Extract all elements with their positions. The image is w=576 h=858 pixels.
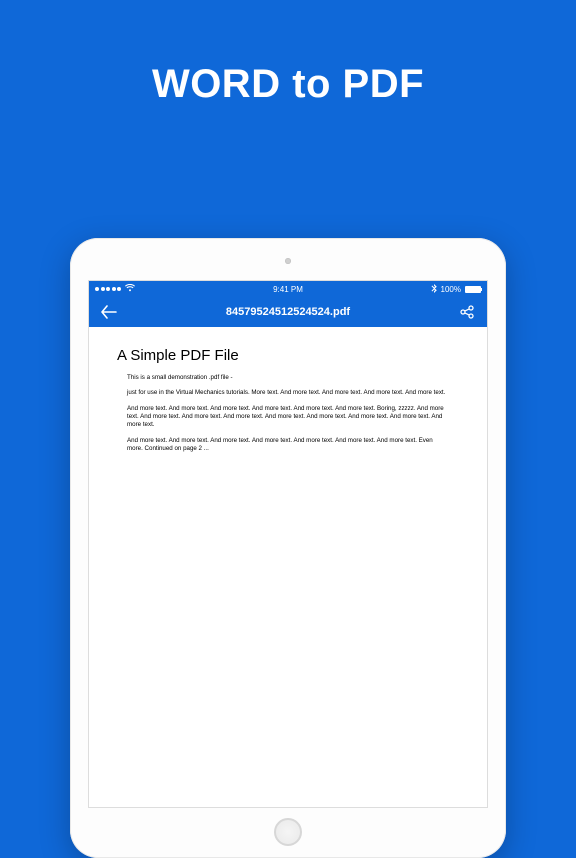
nav-title: 84579524512524524.pdf [226, 306, 350, 318]
back-button[interactable] [99, 302, 119, 322]
share-button[interactable] [457, 302, 477, 322]
document-paragraph: just for use in the Virtual Mechanics tu… [117, 389, 459, 397]
document-paragraph: And more text. And more text. And more t… [117, 405, 459, 430]
document-paragraph: And more text. And more text. And more t… [117, 437, 459, 454]
battery-icon [465, 286, 481, 293]
bluetooth-icon [431, 284, 437, 295]
document-title: A Simple PDF File [117, 347, 459, 364]
document-paragraph: This is a small demonstration .pdf file … [117, 374, 459, 382]
tablet-screen: 9:41 PM 100% 84579524512524524.pdf [88, 280, 488, 808]
status-left [95, 284, 135, 294]
battery-percent: 100% [441, 285, 461, 294]
nav-bar: 84579524512524524.pdf [89, 297, 487, 327]
document-body: This is a small demonstration .pdf file … [117, 374, 459, 454]
document-viewer[interactable]: A Simple PDF File This is a small demons… [89, 327, 487, 807]
home-button[interactable] [274, 818, 302, 846]
status-bar: 9:41 PM 100% [89, 281, 487, 297]
wifi-icon [125, 284, 135, 294]
signal-icon [95, 287, 121, 291]
hero-title: WORD to PDF [0, 62, 576, 107]
status-time: 9:41 PM [273, 285, 303, 294]
tablet-camera [285, 258, 291, 264]
tablet-frame: 9:41 PM 100% 84579524512524524.pdf [70, 238, 506, 858]
status-right: 100% [431, 284, 481, 295]
